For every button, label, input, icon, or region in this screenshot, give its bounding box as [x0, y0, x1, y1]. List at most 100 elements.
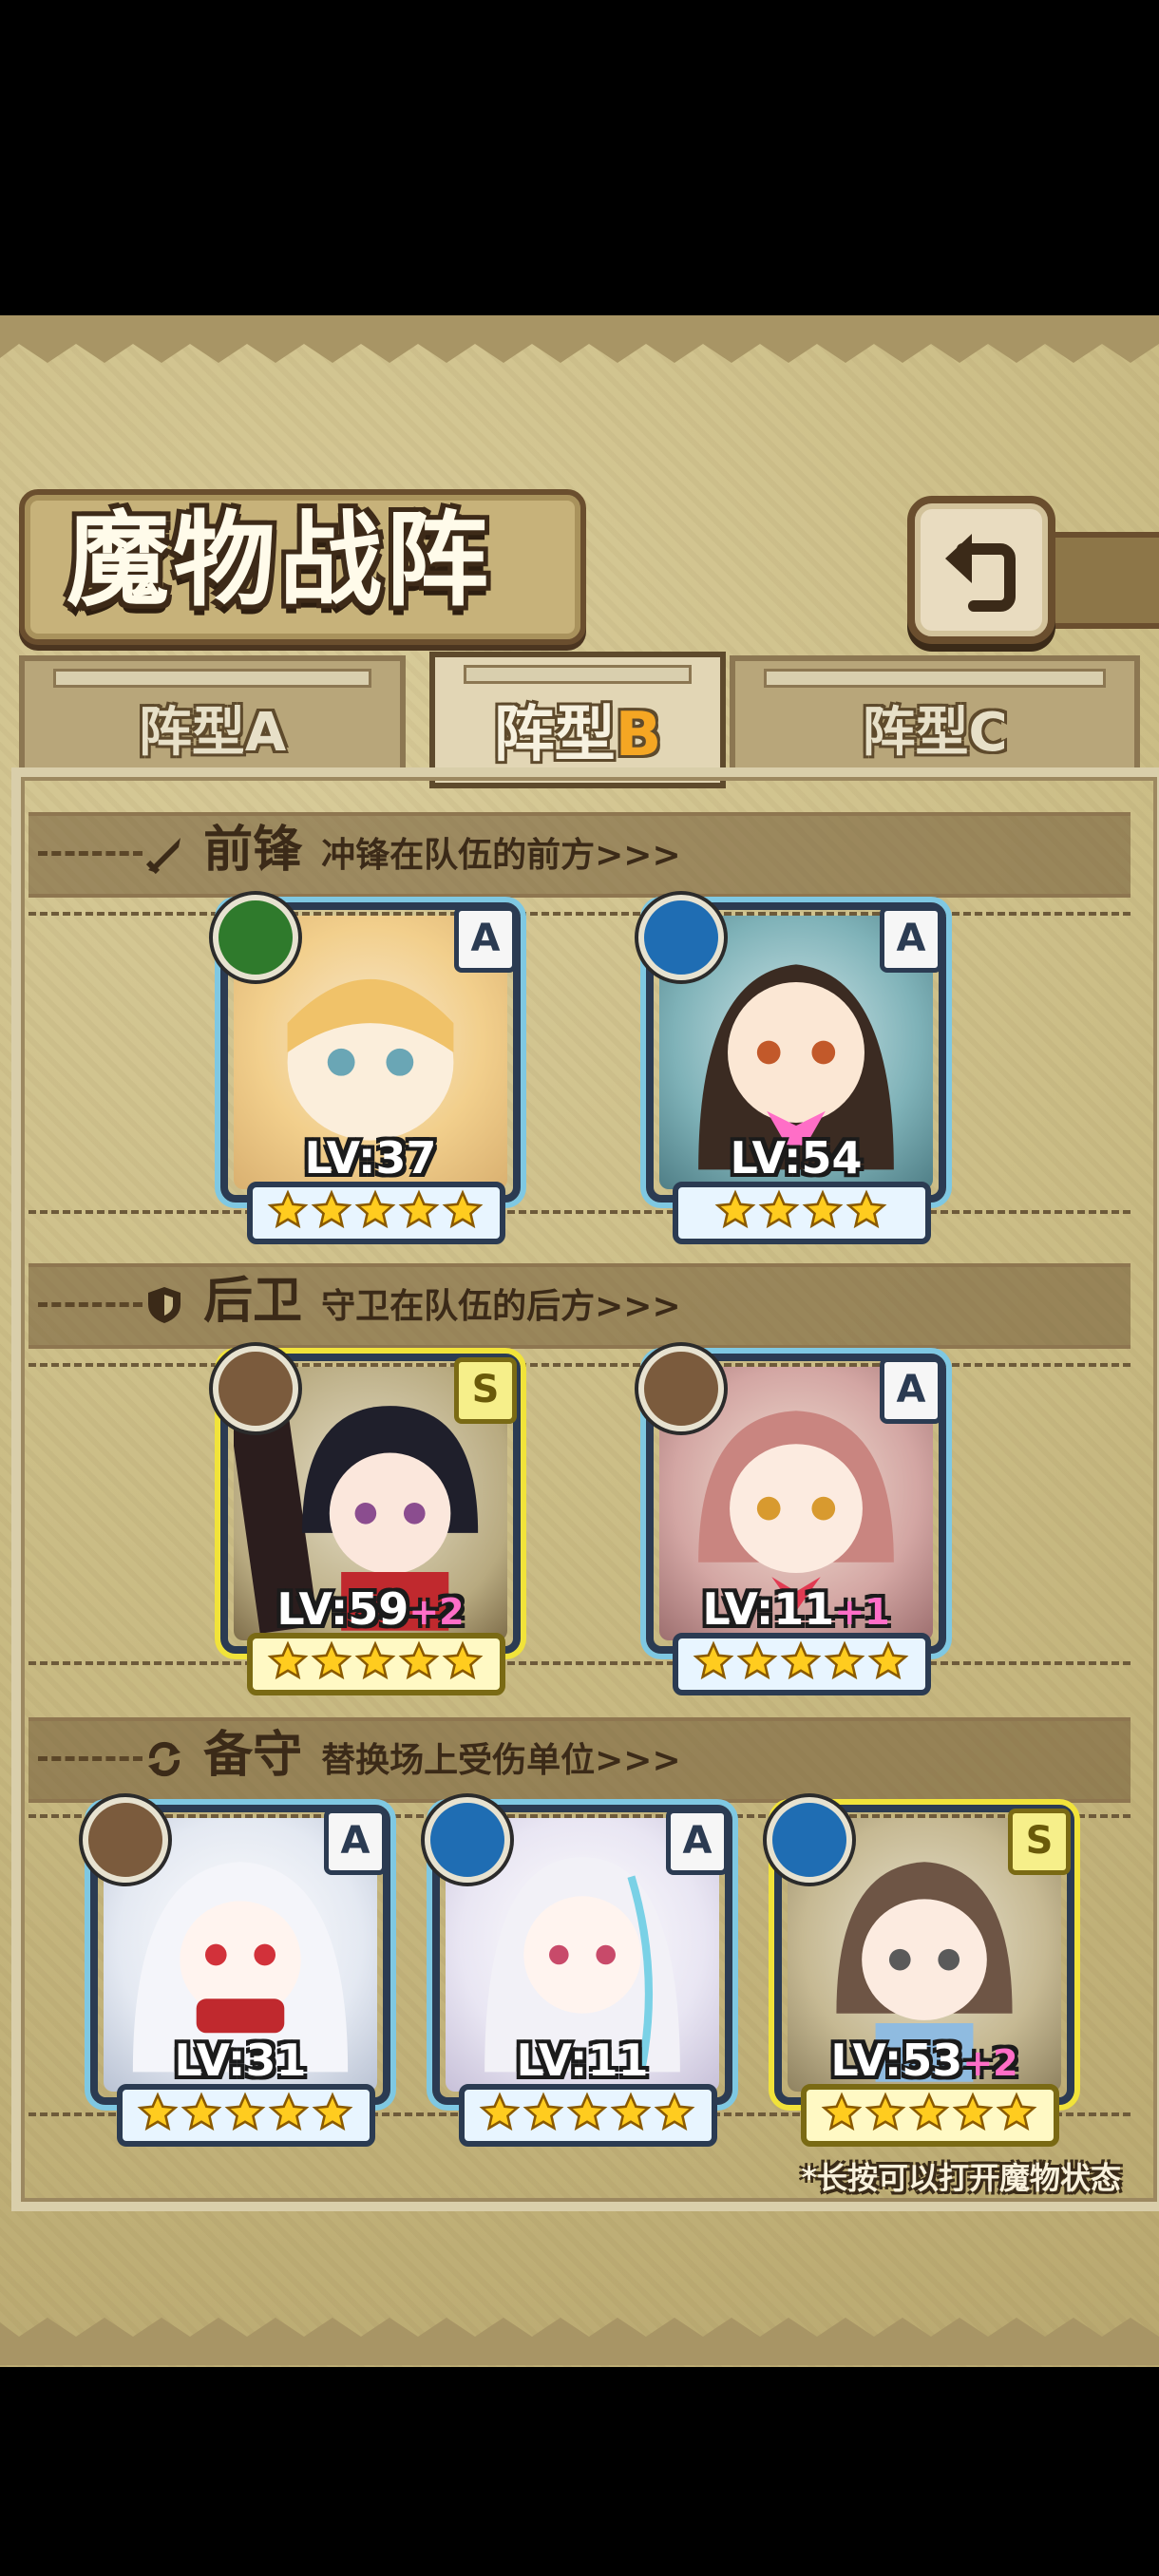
tab-rail — [464, 665, 692, 684]
section-title-rear: 后卫 守卫在队伍的后方>>> — [142, 1268, 681, 1335]
leaf-icon — [213, 895, 298, 980]
star-icon — [311, 1189, 352, 1229]
section-sub: 守卫在队伍的后方>>> — [321, 1287, 681, 1326]
divider-dash — [38, 1756, 142, 1761]
tab-formation-b[interactable]: 阵型B — [429, 652, 726, 788]
star-icon — [714, 1189, 756, 1229]
level-label: LV:37 — [304, 1132, 437, 1184]
back-arrow-icon — [945, 534, 1016, 612]
earth-icon — [638, 1346, 724, 1431]
level-label: LV:11 — [516, 2035, 649, 2086]
star-icon — [566, 2092, 608, 2131]
star-rating — [247, 1182, 505, 1244]
level-label: LV:31 — [174, 2035, 307, 2086]
water-icon — [425, 1797, 510, 1883]
section-label: 备守 — [203, 1726, 303, 1784]
star-icon — [479, 2092, 521, 2131]
level-label: LV:59 — [276, 1583, 409, 1635]
front-lane — [28, 912, 1130, 1214]
tab-label-prefix: 阵型 — [138, 702, 245, 764]
tab-letter: B — [615, 700, 662, 770]
level-label: LV:53 — [830, 2035, 963, 2086]
back-button[interactable] — [907, 496, 1055, 644]
tab-label-prefix: 阵型 — [862, 702, 969, 764]
star-icon — [780, 1640, 822, 1680]
star-icon — [180, 2092, 222, 2131]
section-sub: 冲锋在队伍的前方>>> — [321, 836, 681, 875]
page-title: 魔物战阵 — [66, 501, 493, 620]
long-press-hint: *长按可以打开魔物状态 — [801, 2160, 1121, 2196]
level-plus: +2 — [408, 1591, 465, 1633]
shield-icon — [148, 1286, 180, 1323]
rank-badge: A — [324, 1809, 387, 1875]
zigzag-border-top — [0, 315, 1159, 363]
rank-badge: A — [880, 906, 942, 973]
level-plus: +1 — [834, 1591, 890, 1633]
level-label: LV:54 — [730, 1132, 863, 1184]
star-icon — [398, 1189, 440, 1229]
rank-badge: A — [454, 906, 517, 973]
tab-letter: C — [968, 702, 1008, 764]
section-sub: 替换场上受伤单位>>> — [321, 1741, 681, 1780]
star-rating — [247, 1633, 505, 1695]
star-icon — [267, 1640, 309, 1680]
star-icon — [693, 1640, 734, 1680]
monster-card-reserve-1[interactable]: A LV:31 — [83, 1797, 390, 2147]
sword-icon — [145, 837, 180, 874]
star-icon — [137, 2092, 179, 2131]
monster-card-rear-1[interactable]: S LV:59+2 — [213, 1346, 521, 1695]
tab-formation-c[interactable]: 阵型C — [730, 655, 1140, 776]
monster-card-reserve-3[interactable]: S LV:53+2 — [767, 1797, 1074, 2147]
rank-badge: A — [880, 1357, 942, 1424]
rank-badge: S — [1008, 1809, 1071, 1875]
earth-icon — [213, 1346, 298, 1431]
tab-label-prefix: 阵型 — [493, 700, 616, 770]
tab-formation-a[interactable]: 阵型A — [19, 655, 406, 776]
star-icon — [398, 1640, 440, 1680]
star-icon — [267, 1189, 309, 1229]
star-rating — [459, 2084, 717, 2147]
star-icon — [802, 1189, 844, 1229]
star-icon — [736, 1640, 778, 1680]
water-icon — [638, 895, 724, 980]
monster-card-front-1[interactable]: A LV:37 — [213, 895, 521, 1244]
star-icon — [312, 2092, 353, 2131]
star-icon — [821, 2092, 863, 2131]
divider-dash — [38, 1302, 142, 1307]
section-title-front: 前锋 冲锋在队伍的前方>>> — [142, 817, 681, 883]
monster-card-reserve-2[interactable]: A LV:11 — [425, 1797, 732, 2147]
star-icon — [758, 1189, 800, 1229]
star-icon — [867, 1640, 909, 1680]
section-label: 后卫 — [203, 1272, 303, 1330]
star-icon — [846, 1189, 887, 1229]
rank-badge: S — [454, 1357, 517, 1424]
section-title-reserve: 备守 替换场上受伤单位>>> — [142, 1722, 681, 1789]
rank-badge: A — [666, 1809, 729, 1875]
star-icon — [522, 2092, 564, 2131]
level-label: LV:11 — [702, 1583, 835, 1635]
star-icon — [610, 2092, 652, 2131]
star-rating — [117, 2084, 375, 2147]
section-label: 前锋 — [203, 821, 303, 879]
star-icon — [311, 1640, 352, 1680]
star-rating — [801, 2084, 1059, 2147]
star-icon — [996, 2092, 1037, 2131]
earth-icon — [83, 1797, 168, 1883]
star-icon — [442, 1640, 484, 1680]
divider-dash — [38, 851, 142, 856]
tab-rail — [53, 669, 371, 688]
swap-icon — [148, 1741, 180, 1776]
monster-card-front-2[interactable]: A LV:54 — [638, 895, 946, 1244]
star-icon — [824, 1640, 865, 1680]
level-plus: +2 — [962, 2042, 1018, 2084]
monster-card-rear-2[interactable]: A LV:11+1 — [638, 1346, 946, 1695]
star-icon — [654, 2092, 695, 2131]
star-icon — [908, 2092, 950, 2131]
star-icon — [952, 2092, 994, 2131]
star-rating — [673, 1633, 931, 1695]
tab-rail — [764, 669, 1106, 688]
star-icon — [864, 2092, 906, 2131]
star-icon — [354, 1640, 396, 1680]
water-icon — [767, 1797, 852, 1883]
star-rating — [673, 1182, 931, 1244]
